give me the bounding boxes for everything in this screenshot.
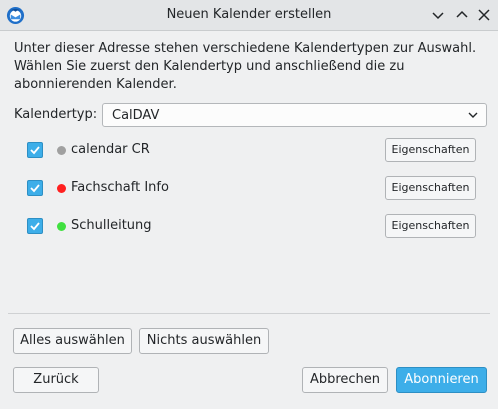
calendar-color-dot <box>57 184 66 193</box>
calendar-checkbox[interactable] <box>27 180 43 196</box>
window-title: Neuen Kalender erstellen <box>166 7 332 22</box>
calendar-type-value: CalDAV <box>112 108 160 123</box>
subscribe-button[interactable]: Abonnieren <box>396 367 487 393</box>
close-icon[interactable] <box>474 5 494 25</box>
properties-button[interactable]: Eigenschaften <box>385 138 476 162</box>
chevron-down-icon <box>466 108 480 122</box>
calendar-type-select[interactable]: CalDAV <box>102 103 487 127</box>
select-all-button[interactable]: Alles auswählen <box>13 328 132 354</box>
dialog-description: Unter dieser Adresse stehen verschiedene… <box>14 41 477 92</box>
calendar-color-dot <box>57 146 66 155</box>
back-button[interactable]: Zurück <box>13 367 99 393</box>
divider <box>8 313 490 314</box>
calendar-type-label: Kalendertyp: <box>14 107 98 122</box>
calendar-checkbox[interactable] <box>27 218 43 234</box>
properties-button[interactable]: Eigenschaften <box>385 214 476 238</box>
chevron-up-icon[interactable] <box>452 5 472 25</box>
calendar-name: calendar CR <box>71 142 150 157</box>
calendar-name: Schulleitung <box>71 218 152 233</box>
title-bar[interactable]: Neuen Kalender erstellen <box>0 0 498 31</box>
chevron-down-icon[interactable] <box>428 5 448 25</box>
select-none-button[interactable]: Nichts auswählen <box>139 328 269 354</box>
calendar-color-dot <box>57 222 66 231</box>
properties-button[interactable]: Eigenschaften <box>385 176 476 200</box>
calendar-row: Schulleitung Eigenschaften <box>0 213 498 239</box>
cancel-button[interactable]: Abbrechen <box>302 367 388 393</box>
calendar-row: calendar CR Eigenschaften <box>0 137 498 163</box>
calendar-checkbox[interactable] <box>27 142 43 158</box>
calendar-name: Fachschaft Info <box>71 180 169 195</box>
calendar-row: Fachschaft Info Eigenschaften <box>0 175 498 201</box>
